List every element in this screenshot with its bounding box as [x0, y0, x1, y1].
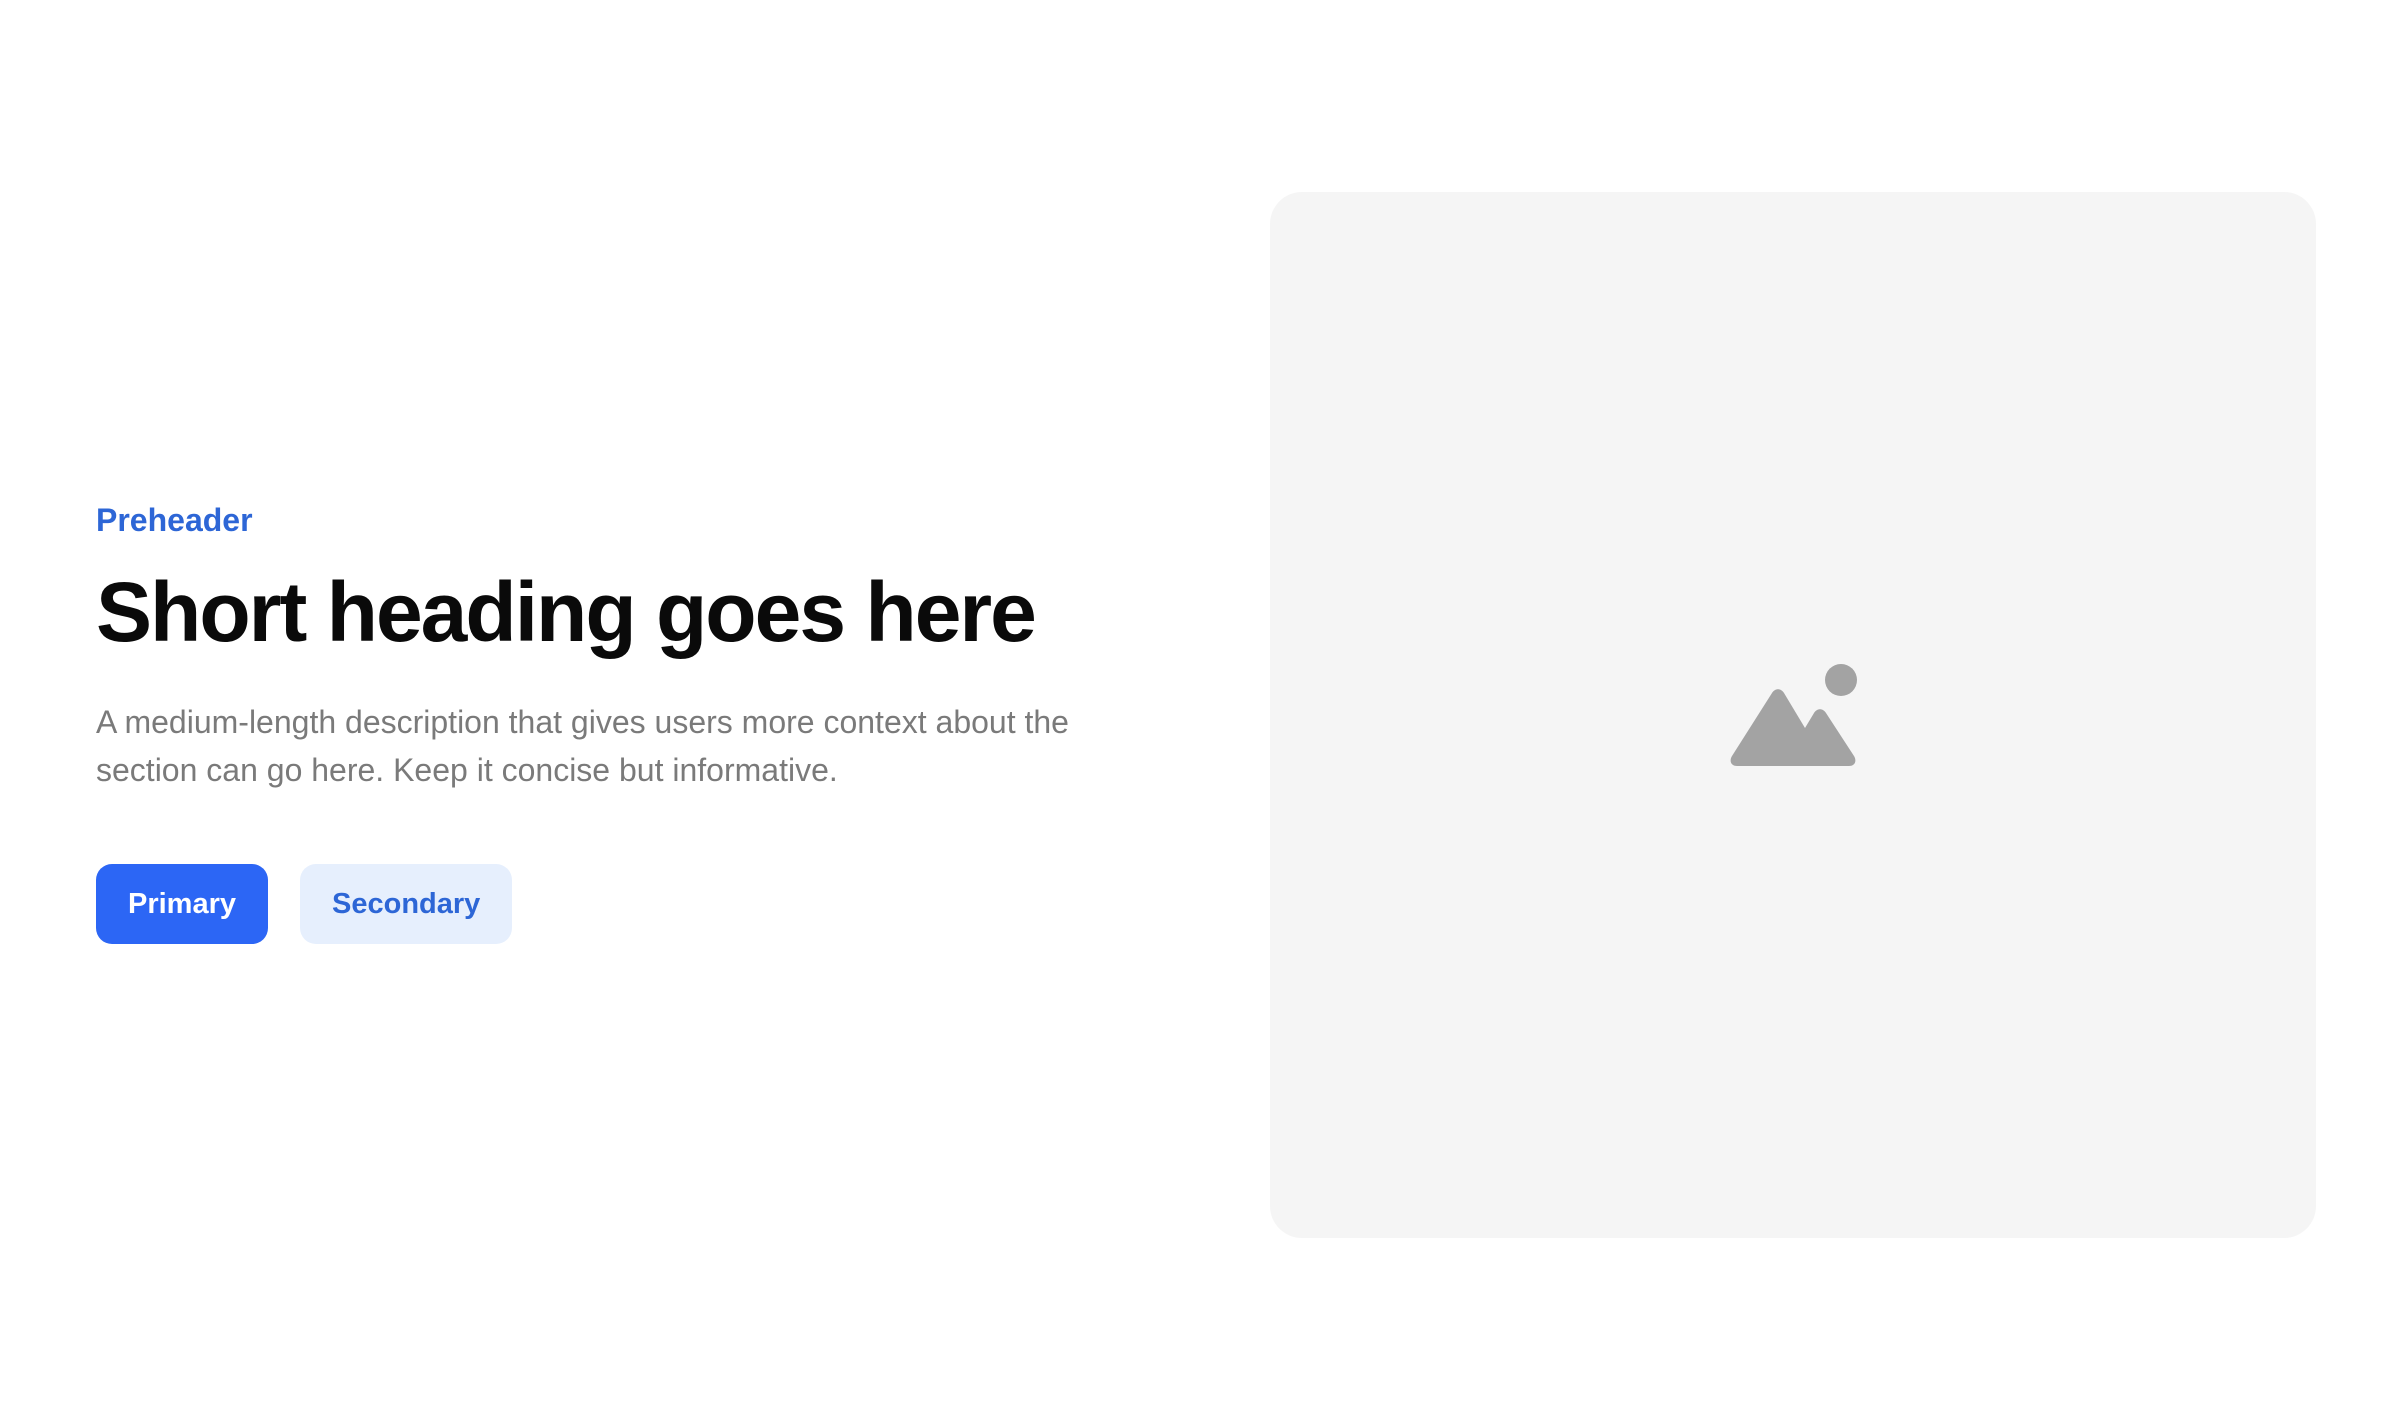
- hero-text-column: Preheader Short heading goes here A medi…: [96, 498, 1136, 944]
- section-heading: Short heading goes here: [96, 565, 1037, 659]
- image-placeholder-icon: [1730, 664, 1857, 766]
- hero-section: Preheader Short heading goes here A medi…: [0, 0, 2400, 1424]
- section-description: A medium-length description that gives u…: [96, 704, 1069, 788]
- preheader: Preheader: [96, 502, 253, 538]
- action-buttons: Primary Secondary: [96, 864, 1136, 944]
- image-placeholder: [1270, 192, 2316, 1238]
- secondary-button[interactable]: Secondary: [300, 864, 513, 944]
- primary-button[interactable]: Primary: [96, 864, 269, 944]
